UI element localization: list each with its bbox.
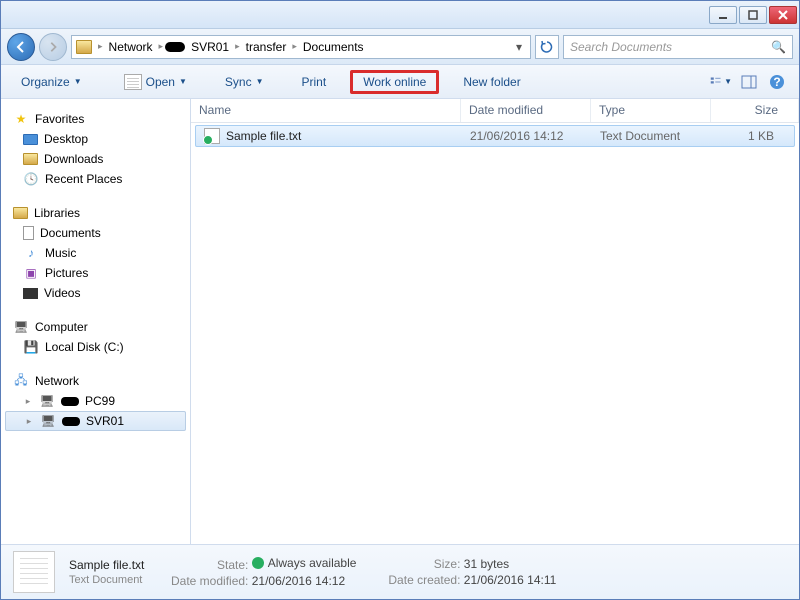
chevron-right-icon[interactable]: ▸ <box>235 41 240 52</box>
column-headers: Name Date modified Type Size <box>191 99 799 123</box>
forward-button[interactable] <box>39 33 67 61</box>
pc-icon: 🖥 <box>39 393 55 409</box>
libraries-icon <box>13 207 28 219</box>
sidebar-item-localdisk[interactable]: 💾Local Disk (C:) <box>1 337 190 357</box>
sidebar-network[interactable]: 🖧Network <box>1 371 190 391</box>
details-pane: Sample file.txt Text Document State: Alw… <box>1 544 799 599</box>
column-size[interactable]: Size <box>711 99 799 122</box>
organize-button[interactable]: Organize▼ <box>11 71 92 93</box>
maximize-button[interactable] <box>739 6 767 24</box>
file-list-pane: Name Date modified Type Size Sample file… <box>191 99 799 544</box>
search-icon: 🔍 <box>771 40 786 54</box>
available-icon <box>252 557 264 569</box>
details-filetype: Text Document <box>69 574 144 586</box>
help-button[interactable]: ? <box>765 71 789 93</box>
sidebar-item-desktop[interactable]: Desktop <box>1 129 190 149</box>
chevron-right-icon[interactable]: ▸ <box>98 41 103 52</box>
chevron-down-icon: ▼ <box>179 77 187 86</box>
sidebar-item-pc99[interactable]: ▸🖥PC99 <box>1 391 190 411</box>
star-icon: ★ <box>13 111 29 127</box>
column-type[interactable]: Type <box>591 99 711 122</box>
sync-button[interactable]: Sync▼ <box>215 71 274 93</box>
close-button[interactable] <box>769 6 797 24</box>
main-area: ★Favorites Desktop Downloads 🕓Recent Pla… <box>1 99 799 544</box>
chevron-right-icon[interactable]: ▸ <box>292 41 297 52</box>
work-online-button[interactable]: Work online <box>350 70 439 94</box>
search-placeholder: Search Documents <box>570 40 672 54</box>
details-col1: State: Always available Date modified: 2… <box>158 556 356 588</box>
sidebar-libraries[interactable]: Libraries <box>1 203 190 223</box>
breadcrumb-network[interactable]: Network <box>105 40 157 54</box>
computer-icon: 🖥 <box>13 319 29 335</box>
navigation-pane: ★Favorites Desktop Downloads 🕓Recent Pla… <box>1 99 191 544</box>
title-bar <box>1 1 799 29</box>
preview-pane-button[interactable] <box>737 71 761 93</box>
svg-text:?: ? <box>773 75 780 89</box>
downloads-icon <box>23 153 38 165</box>
search-input[interactable]: Search Documents 🔍 <box>563 35 793 59</box>
chevron-down-icon: ▼ <box>74 77 82 86</box>
breadcrumb-server[interactable]: SVR01 <box>187 40 233 54</box>
details-size: 31 bytes <box>464 557 509 571</box>
file-date-cell: 21/06/2016 14:12 <box>462 129 592 143</box>
details-filename: Sample file.txt <box>69 558 144 572</box>
folder-icon <box>76 40 92 54</box>
network-icon: 🖧 <box>13 373 29 389</box>
sidebar-item-svr01[interactable]: ▸🖥SVR01 <box>5 411 186 431</box>
music-icon: ♪ <box>23 245 39 261</box>
refresh-button[interactable] <box>535 35 559 59</box>
sidebar-item-recent[interactable]: 🕓Recent Places <box>1 169 190 189</box>
disk-icon: 💾 <box>23 339 39 355</box>
expand-icon[interactable]: ▸ <box>23 396 33 407</box>
breadcrumb-transfer[interactable]: transfer <box>242 40 291 54</box>
redacted-icon <box>62 417 80 426</box>
address-dropdown[interactable]: ▾ <box>512 40 526 54</box>
sidebar-item-music[interactable]: ♪Music <box>1 243 190 263</box>
address-bar[interactable]: ▸ Network ▸ SVR01 ▸ transfer ▸ Documents… <box>71 35 531 59</box>
details-col2: Size: 31 bytes Date created: 21/06/2016 … <box>370 557 556 587</box>
details-created: 21/06/2016 14:11 <box>464 573 557 587</box>
view-options-button[interactable]: ▼ <box>709 71 733 93</box>
new-folder-button[interactable]: New folder <box>453 71 530 93</box>
pc-icon: 🖥 <box>40 413 56 429</box>
pictures-icon: ▣ <box>23 265 39 281</box>
file-size-cell: 1 KB <box>712 129 794 143</box>
redacted-icon <box>61 397 79 406</box>
details-title-block: Sample file.txt Text Document <box>69 558 144 586</box>
back-button[interactable] <box>7 33 35 61</box>
file-row[interactable]: Sample file.txt 21/06/2016 14:12 Text Do… <box>195 125 795 147</box>
sidebar-computer[interactable]: 🖥Computer <box>1 317 190 337</box>
file-type-cell: Text Document <box>592 129 712 143</box>
details-modified: 21/06/2016 14:12 <box>252 574 345 588</box>
details-state: Always available <box>252 556 357 570</box>
file-name-cell: Sample file.txt <box>196 128 462 144</box>
breadcrumb-documents[interactable]: Documents <box>299 40 368 54</box>
explorer-window: ▸ Network ▸ SVR01 ▸ transfer ▸ Documents… <box>0 0 800 600</box>
sidebar-item-downloads[interactable]: Downloads <box>1 149 190 169</box>
column-name[interactable]: Name <box>191 99 461 122</box>
document-icon <box>23 226 34 240</box>
file-thumbnail <box>13 551 55 593</box>
redacted-icon <box>165 42 185 52</box>
sidebar-item-pictures[interactable]: ▣Pictures <box>1 263 190 283</box>
sidebar-favorites[interactable]: ★Favorites <box>1 109 190 129</box>
desktop-icon <box>23 134 38 145</box>
sidebar-item-videos[interactable]: Videos <box>1 283 190 303</box>
open-button[interactable]: Open▼ <box>114 70 197 94</box>
command-toolbar: Organize▼ Open▼ Sync▼ Print Work online … <box>1 65 799 99</box>
minimize-button[interactable] <box>709 6 737 24</box>
print-button[interactable]: Print <box>292 71 337 93</box>
videos-icon <box>23 288 38 299</box>
recent-icon: 🕓 <box>23 171 39 187</box>
chevron-down-icon: ▼ <box>256 77 264 86</box>
document-icon <box>124 74 142 90</box>
column-date[interactable]: Date modified <box>461 99 591 122</box>
text-file-icon <box>204 128 220 144</box>
expand-icon[interactable]: ▸ <box>24 416 34 427</box>
sidebar-item-documents[interactable]: Documents <box>1 223 190 243</box>
chevron-right-icon[interactable]: ▸ <box>159 41 164 52</box>
navigation-bar: ▸ Network ▸ SVR01 ▸ transfer ▸ Documents… <box>1 29 799 65</box>
